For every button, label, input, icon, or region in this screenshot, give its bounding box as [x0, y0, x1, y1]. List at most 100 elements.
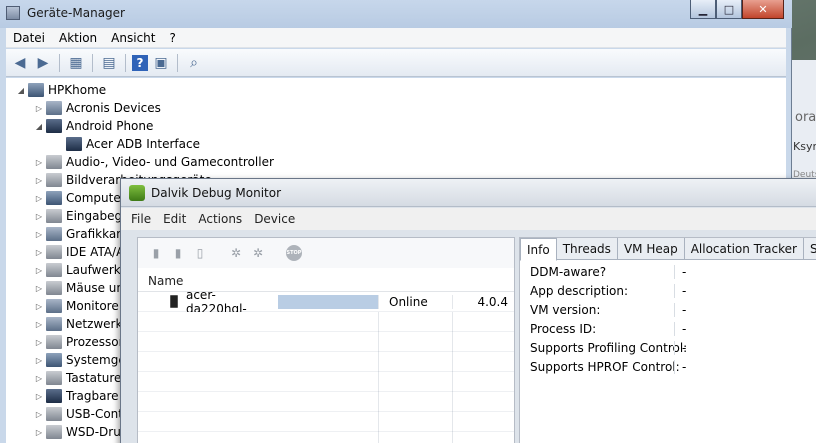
info-key: App description:	[530, 283, 629, 298]
back-icon[interactable]: ◀	[10, 53, 30, 73]
tree-item[interactable]: ▷ Tastaturen	[34, 369, 129, 387]
monitor-icon	[46, 299, 62, 313]
info-row: DDM-aware? -	[520, 262, 816, 281]
devices-toolbar: ▮ ▮ ▯ ✲ ✲ STOP	[138, 238, 514, 268]
tab-threads[interactable]: Threads	[557, 238, 618, 260]
menu-file[interactable]: File	[131, 212, 163, 226]
collapsed-arrow-icon[interactable]: ▷	[34, 302, 44, 311]
table-row[interactable]: acer-da220hql- Online 4.0.4	[138, 288, 514, 316]
collapsed-arrow-icon[interactable]: ▷	[34, 266, 44, 275]
minimize-icon[interactable]: ▁	[690, 0, 716, 19]
info-value: -	[674, 340, 686, 355]
expanded-arrow-icon[interactable]: ◢	[16, 86, 26, 95]
info-key: VM version:	[530, 302, 601, 317]
collapsed-arrow-icon[interactable]: ▷	[34, 248, 44, 257]
tab-vm-heap[interactable]: VM Heap	[618, 238, 685, 260]
stop-process-icon[interactable]: STOP	[286, 245, 302, 261]
computer-icon	[28, 83, 44, 97]
graphics-card-icon	[46, 227, 62, 241]
collapsed-arrow-icon[interactable]: ▷	[34, 284, 44, 293]
collapsed-arrow-icon[interactable]: ▷	[34, 104, 44, 113]
tree-root-label: HPKhome	[48, 83, 107, 97]
device-category-icon	[46, 101, 62, 115]
devices-table: Name acer-da220hql- Online 4.0.4	[138, 270, 514, 316]
menu-datei[interactable]: Datei	[6, 31, 52, 45]
column-header-name[interactable]: Name	[138, 274, 183, 288]
tree-root[interactable]: ◢ HPKhome	[16, 81, 106, 99]
dump-hprof-icon[interactable]: ▯	[192, 245, 208, 261]
keyboard-icon	[46, 371, 62, 385]
expanded-arrow-icon[interactable]: ◢	[34, 122, 44, 131]
menu-aktion[interactable]: Aktion	[52, 31, 104, 45]
collapsed-arrow-icon[interactable]: ▷	[34, 374, 44, 383]
tab-bar: Info Threads VM Heap Allocation Tracker …	[520, 238, 816, 261]
window-caption-buttons: ▁ □ ✕	[690, 0, 784, 19]
tree-item[interactable]: ▷ Monitore	[34, 297, 119, 315]
menu-device[interactable]: Device	[254, 212, 307, 226]
tree-item[interactable]: ▷ Laufwerke	[34, 261, 128, 279]
menu-edit[interactable]: Edit	[163, 212, 198, 226]
update-threads-icon[interactable]: ✲	[250, 245, 266, 261]
tree-item[interactable]: Acer ADB Interface	[66, 135, 200, 153]
tree-item[interactable]: ▷ Grafikkarte	[34, 225, 133, 243]
tree-item-label: Audio-, Video- und Gamecontroller	[66, 155, 274, 169]
devices-panel: ▮ ▮ ▯ ✲ ✲ STOP Name acer-da220hql- Onlin…	[137, 237, 515, 443]
tab-sysinfo[interactable]: Sys	[804, 238, 816, 260]
collapsed-arrow-icon[interactable]: ▷	[34, 212, 44, 221]
menu-help[interactable]: ?	[162, 31, 182, 45]
toolbar-separator	[92, 53, 93, 72]
device-state: Online	[378, 294, 452, 309]
phone-icon	[170, 295, 178, 308]
collapsed-arrow-icon[interactable]: ▷	[34, 410, 44, 419]
tree-item-label: Acronis Devices	[66, 101, 161, 115]
help-icon[interactable]: ?	[132, 54, 148, 71]
collapsed-arrow-icon[interactable]: ▷	[34, 392, 44, 401]
speaker-icon	[46, 155, 62, 169]
collapsed-arrow-icon[interactable]: ▷	[34, 338, 44, 347]
menu-bar: Datei Aktion Ansicht ?	[6, 28, 786, 48]
collapsed-arrow-icon[interactable]: ▷	[34, 194, 44, 203]
forward-icon[interactable]: ▶	[33, 53, 53, 73]
collapsed-arrow-icon[interactable]: ▷	[34, 428, 44, 437]
menu-ansicht[interactable]: Ansicht	[104, 31, 162, 45]
cause-gc-icon[interactable]: ✲	[228, 245, 244, 261]
maximize-icon[interactable]: □	[716, 0, 742, 19]
tab-allocation-tracker[interactable]: Allocation Tracker	[685, 238, 804, 260]
ddms-titlebar[interactable]: Dalvik Debug Monitor	[121, 179, 816, 207]
android-phone-icon	[46, 119, 62, 133]
tree-item[interactable]: ▷ Acronis Devices	[34, 99, 161, 117]
tree-item-label: Monitore	[66, 299, 119, 313]
tree-item[interactable]: ▷ Computer	[34, 189, 126, 207]
collapsed-arrow-icon[interactable]: ▷	[34, 230, 44, 239]
printer-icon	[46, 425, 62, 439]
background-text-2: Ksyn	[793, 140, 816, 153]
collapsed-arrow-icon[interactable]: ▷	[34, 356, 44, 365]
menu-actions[interactable]: Actions	[198, 212, 254, 226]
toolbar: ◀ ▶ ▦ ▤ ? ▣ ⌕	[6, 49, 786, 77]
computer-icon	[46, 191, 62, 205]
info-value: -	[674, 359, 686, 374]
update-heap-icon[interactable]: ▮	[170, 245, 186, 261]
update-driver-icon[interactable]: ▣	[151, 53, 171, 73]
input-device-icon	[46, 209, 62, 223]
info-value: -	[674, 321, 686, 336]
tree-item[interactable]: ▷ Audio-, Video- und Gamecontroller	[34, 153, 274, 171]
info-panel: Info Threads VM Heap Allocation Tracker …	[519, 237, 816, 443]
info-row: VM version: -	[520, 300, 816, 319]
toolbar-separator	[125, 53, 126, 72]
collapsed-arrow-icon[interactable]: ▷	[34, 176, 44, 185]
tree-item-label: Laufwerke	[66, 263, 128, 277]
tab-info[interactable]: Info	[520, 238, 557, 261]
scan-hardware-icon[interactable]: ⌕	[184, 53, 204, 73]
debug-process-icon[interactable]: ▮	[148, 245, 164, 261]
window-title: Geräte-Manager	[27, 6, 125, 20]
tree-item[interactable]: ◢ Android Phone	[34, 117, 153, 135]
close-icon[interactable]: ✕	[742, 0, 784, 19]
properties-icon[interactable]: ▤	[99, 53, 119, 73]
show-hide-tree-icon[interactable]: ▦	[66, 53, 86, 73]
collapsed-arrow-icon[interactable]: ▷	[34, 158, 44, 167]
ddms-menu-bar: File Edit Actions Device	[121, 208, 816, 230]
device-manager-titlebar[interactable]: Geräte-Manager ▁ □ ✕	[0, 0, 792, 28]
info-key: DDM-aware?	[530, 264, 607, 279]
collapsed-arrow-icon[interactable]: ▷	[34, 320, 44, 329]
